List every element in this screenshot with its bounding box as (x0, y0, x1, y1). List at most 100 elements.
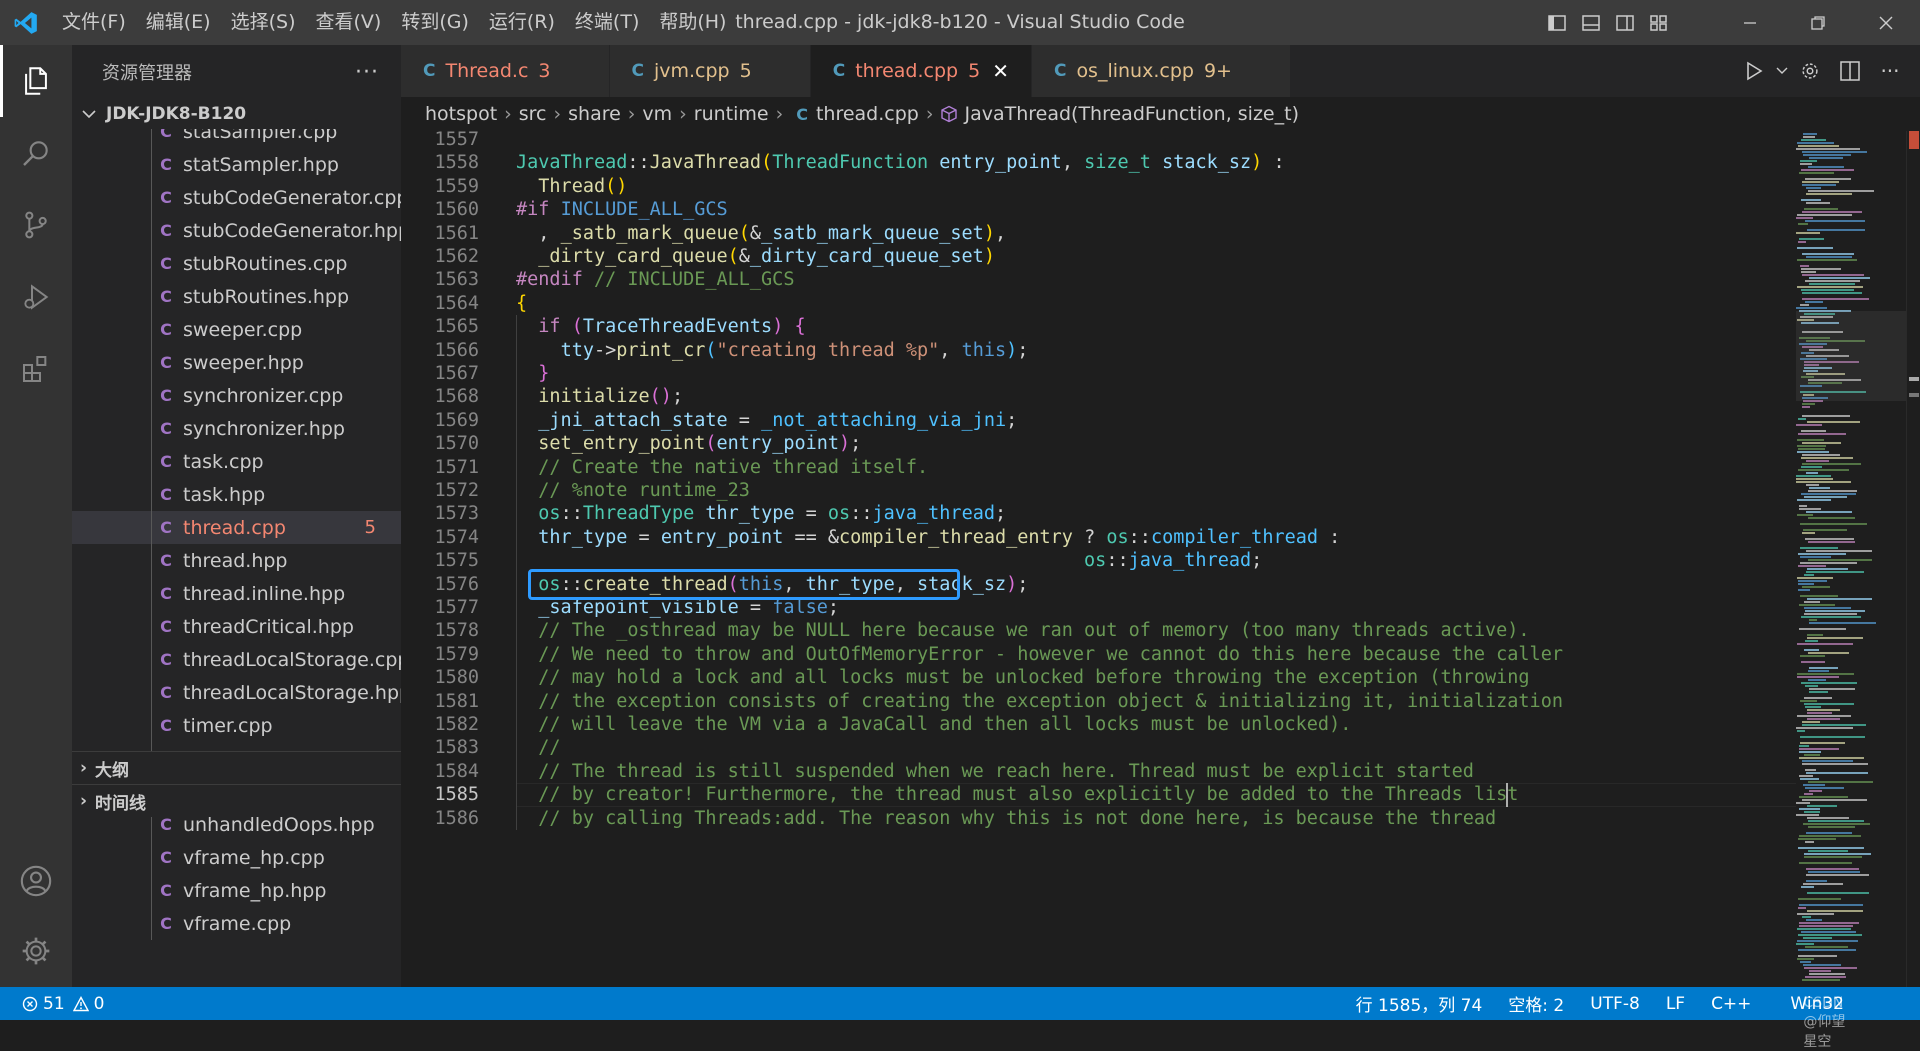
minimap-viewport[interactable] (1796, 311, 1906, 401)
indentation[interactable]: 空格: 2 (1495, 991, 1577, 1016)
settings-gear-icon[interactable] (1790, 45, 1830, 97)
workspace-root[interactable]: JDK-JDK8-B120 (72, 99, 401, 129)
toggle-panel-icon[interactable] (1574, 0, 1608, 45)
minimap-line (1800, 304, 1809, 306)
minimap-line (1807, 718, 1840, 720)
file-item[interactable]: Ctimer.cpp (72, 709, 401, 742)
file-item[interactable]: Ctask.cpp (72, 445, 401, 478)
minimap-line (1802, 274, 1864, 276)
code-token: os (538, 503, 561, 525)
minimap-line (1809, 691, 1828, 693)
toggle-primary-sidebar-icon[interactable] (1540, 0, 1574, 45)
minimap-line (1797, 673, 1854, 675)
file-item[interactable]: CthreadLocalStorage.cpp (72, 643, 401, 676)
editor-scrollbar[interactable] (1906, 131, 1920, 987)
file-item[interactable]: Cvframe_hp.hpp (72, 874, 401, 907)
chevron-right-icon: › (553, 103, 562, 125)
file-item[interactable]: CthreadLocalStorage.hpp (72, 676, 401, 709)
breadcrumb-item[interactable]: runtime (694, 103, 769, 125)
file-item[interactable]: CstubRoutines.cpp (72, 247, 401, 280)
line-number: 1564 (434, 292, 479, 314)
menu-item[interactable]: 帮助(H) (649, 0, 736, 45)
minimize-button[interactable] (1716, 0, 1784, 45)
editor-tab[interactable]: C Thread.c 3 (401, 45, 610, 97)
minimap-line (1807, 712, 1832, 714)
run-dropdown-chevron-icon[interactable] (1774, 45, 1790, 97)
menu-item[interactable]: 运行(R) (479, 0, 565, 45)
menu-item[interactable]: 查看(V) (306, 0, 392, 45)
breadcrumb: hotspot › src › share › vm › runtime › Cthread.cpp… (401, 97, 1920, 131)
file-item[interactable]: CstatSampler.hpp (72, 148, 401, 181)
breadcrumb-item[interactable]: vm (642, 103, 672, 125)
split-editor-icon[interactable] (1830, 45, 1870, 97)
breadcrumb-item[interactable]: JavaThread(ThreadFunction, size_t) (964, 103, 1299, 125)
file-item[interactable]: CstatSampler.cpp (72, 129, 401, 148)
minimap-line (1799, 748, 1839, 750)
search-icon[interactable] (0, 117, 72, 189)
code-token: #if (516, 199, 550, 221)
extensions-icon[interactable] (0, 333, 72, 405)
menu-item[interactable]: 转到(G) (391, 0, 479, 45)
cursor-position[interactable]: 行 1585，列 74 (1343, 991, 1496, 1016)
minimap-line (1806, 571, 1864, 573)
file-item[interactable]: Csweeper.cpp (72, 313, 401, 346)
file-item[interactable]: CstubCodeGenerator.hpp (72, 214, 401, 247)
menu-item[interactable]: 选择(S) (221, 0, 306, 45)
minimap-line (1800, 742, 1845, 744)
file-item[interactable]: CthreadCritical.hpp (72, 610, 401, 643)
platform[interactable]: Win32 CSDN @仰望星空 (1764, 994, 1870, 1050)
customize-layout-icon[interactable] (1642, 0, 1676, 45)
breadcrumb-item[interactable]: hotspot (425, 103, 497, 125)
file-tree[interactable]: CstatSampler.cpp CstatSampler.hpp CstubCod… (72, 129, 401, 965)
file-item[interactable]: Csweeper.hpp (72, 346, 401, 379)
breadcrumb-item[interactable]: thread.cpp (816, 103, 919, 125)
minimap[interactable] (1796, 131, 1906, 987)
breadcrumb-item[interactable]: src (519, 103, 547, 125)
more-editor-actions-icon[interactable]: ··· (1870, 45, 1910, 97)
file-item[interactable]: CstubCodeGenerator.cpp (72, 181, 401, 214)
file-item[interactable]: Cthread.inline.hpp (72, 577, 401, 610)
menu-item[interactable]: 终端(T) (565, 0, 649, 45)
restore-button[interactable] (1784, 0, 1852, 45)
minimap-line (1803, 937, 1832, 939)
close-tab-icon[interactable]: ✕ (992, 59, 1009, 83)
timeline-section[interactable]: › 时间线 (72, 784, 401, 817)
source-control-icon[interactable] (0, 189, 72, 261)
end-of-line[interactable]: LF (1653, 994, 1698, 1014)
file-item[interactable]: CstubRoutines.hpp (72, 280, 401, 313)
code-token: stack_sz (1162, 152, 1252, 174)
editor-tab[interactable]: Cjvm.cpp 5 (609, 45, 811, 97)
minimap-line (1804, 607, 1851, 609)
editor-tab[interactable]: Cthread.cpp 5 ✕ (810, 45, 1032, 97)
code-token: set_entry_point (538, 433, 706, 455)
accounts-icon[interactable] (0, 845, 72, 917)
editor-tab[interactable]: Cos_linux.cpp 9+ (1031, 45, 1291, 97)
menu-item[interactable]: 编辑(E) (136, 0, 221, 45)
language-mode[interactable]: C++ (1698, 994, 1764, 1014)
file-item[interactable]: Cthread.cpp 5 (72, 511, 401, 544)
file-item[interactable]: Cvframe.cpp (72, 907, 401, 940)
code-token: { (516, 292, 528, 314)
file-item[interactable]: Cthread.hpp (72, 544, 401, 577)
menu-item[interactable]: 文件(F) (52, 0, 136, 45)
file-item[interactable]: Csynchronizer.cpp (72, 379, 401, 412)
run-icon[interactable] (1734, 45, 1774, 97)
toggle-secondary-sidebar-icon[interactable] (1608, 0, 1642, 45)
encoding[interactable]: UTF-8 (1577, 994, 1653, 1014)
explorer-icon[interactable] (0, 45, 72, 117)
run-debug-icon[interactable] (0, 261, 72, 333)
file-item[interactable]: Csynchronizer.hpp (72, 412, 401, 445)
more-actions-icon[interactable]: ··· (355, 60, 379, 85)
code-editor[interactable]: 1557 1558 1559 1560 1561 1562 1563 1564 1565 1566… (401, 131, 1920, 987)
close-window-button[interactable] (1852, 0, 1920, 45)
file-item[interactable]: Ctask.hpp (72, 478, 401, 511)
problems-indicator[interactable]: 51 0 (0, 994, 104, 1014)
minimap-line (1805, 976, 1846, 978)
minimap-line (1797, 445, 1826, 447)
manage-gear-icon[interactable] (0, 915, 72, 987)
breadcrumb-item[interactable]: share (568, 103, 621, 125)
outline-section[interactable]: › 大纲 (72, 751, 401, 784)
cpp-file-icon: C (160, 386, 172, 405)
file-item[interactable]: Cvframe_hp.cpp (72, 841, 401, 874)
